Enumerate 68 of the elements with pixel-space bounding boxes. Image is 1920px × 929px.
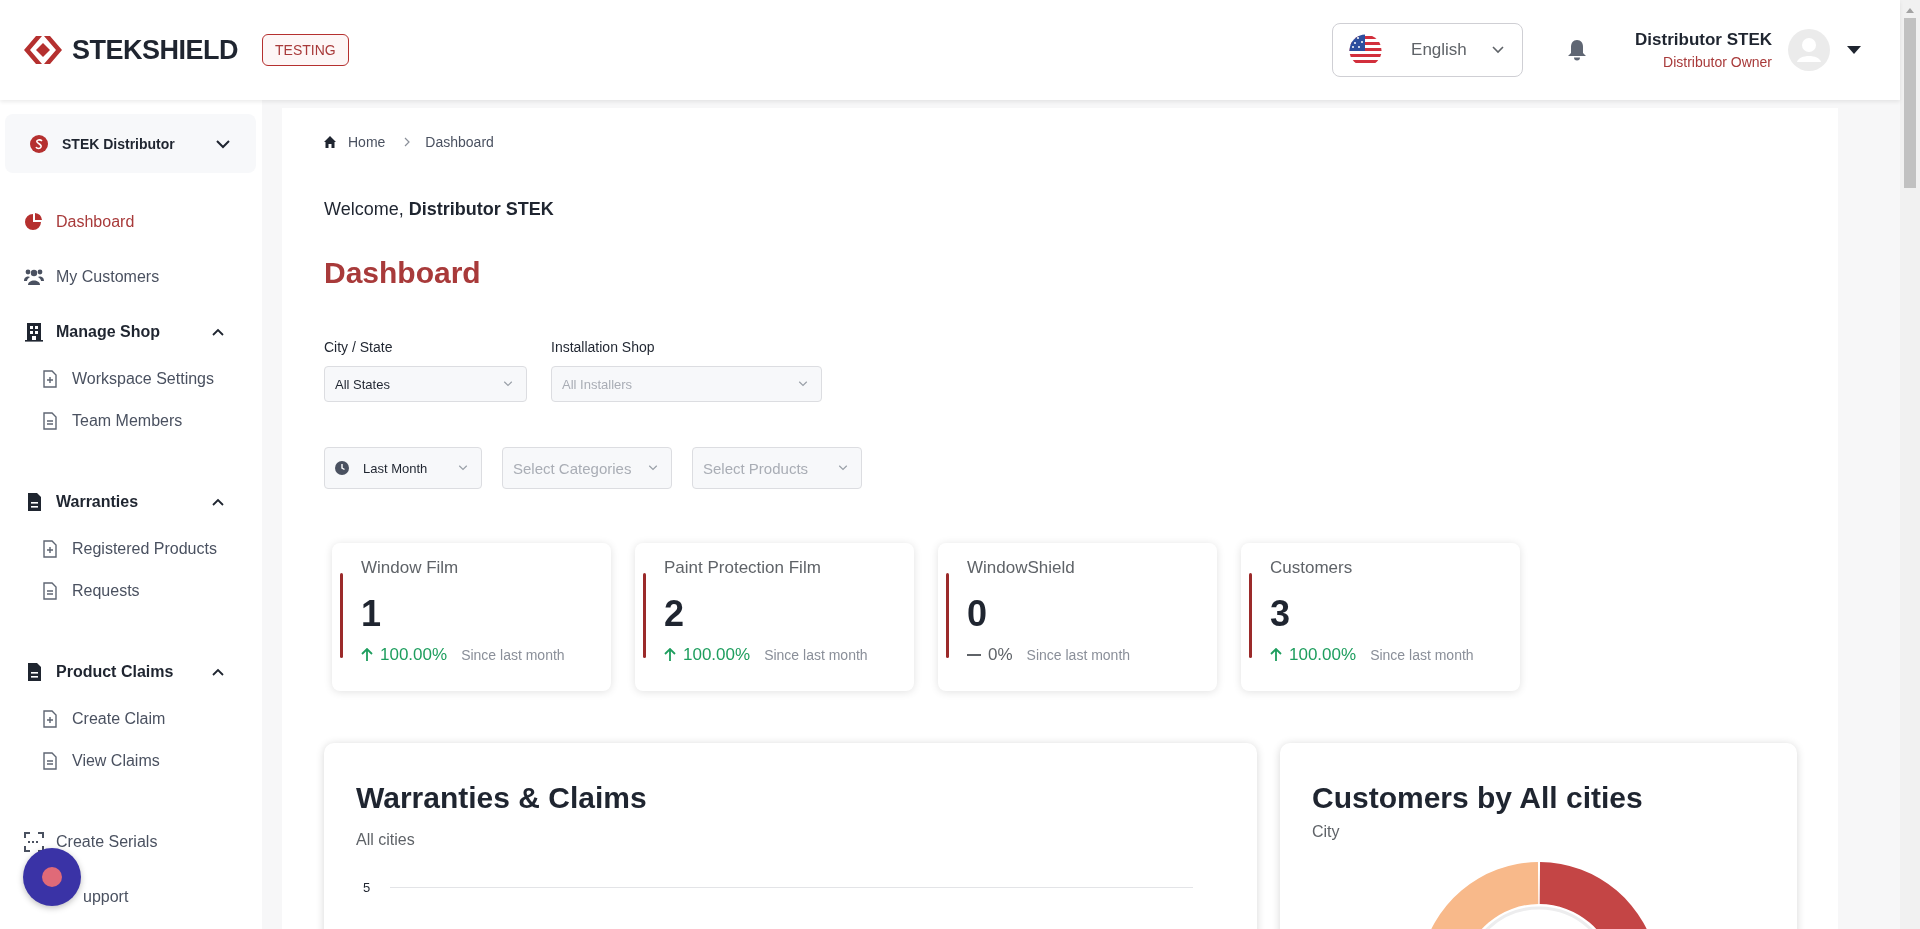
- stat-label: Paint Protection Film: [664, 557, 821, 579]
- scan-icon: [24, 832, 44, 852]
- sidebar-subitem[interactable]: Registered Products: [5, 532, 217, 566]
- caret-down-icon[interactable]: [1846, 45, 1862, 55]
- file-plus-icon: [42, 710, 58, 728]
- filter-label: City / State: [324, 338, 394, 356]
- file-plus-icon: [42, 370, 58, 388]
- stat-change: 100.00%: [683, 645, 751, 665]
- bell-icon[interactable]: [1567, 39, 1588, 61]
- building-icon: [24, 322, 44, 342]
- sidebar-group[interactable]: Product Claims: [5, 652, 262, 692]
- stat-note: Since last month: [1026, 647, 1131, 663]
- brand-name: STEKSHIELD: [72, 34, 239, 66]
- sidebar-item[interactable]: My Customers: [5, 257, 160, 297]
- scrollbar-thumb[interactable]: [1904, 18, 1916, 188]
- home-icon: [324, 136, 336, 148]
- sidebar-subitem[interactable]: Create Claim: [5, 702, 166, 736]
- pie-chart-icon: [24, 212, 44, 232]
- breadcrumb-current: Dashboard: [425, 134, 494, 150]
- file-lines-icon: [42, 412, 58, 430]
- stat-note: Since last month: [1370, 647, 1474, 663]
- stat-value: 2: [664, 593, 685, 635]
- organization-select[interactable]: STEK Distributor: [5, 114, 256, 173]
- language-select[interactable]: English: [1332, 23, 1524, 77]
- record-dot-icon: [42, 867, 62, 887]
- axis-tick-label: 5: [363, 880, 372, 895]
- users-icon: [24, 267, 44, 287]
- clock-icon: [335, 461, 349, 475]
- file-lines-icon: [42, 752, 58, 770]
- sidebar-group[interactable]: Manage Shop: [5, 312, 262, 352]
- sidebar-subitem[interactable]: Team Members: [5, 404, 183, 438]
- stat-change: 0%: [988, 645, 1013, 665]
- stat-change: 100.00%: [380, 645, 448, 665]
- filter-label: Installation Shop: [551, 338, 656, 356]
- chevron-right-icon: [403, 137, 412, 147]
- stat-note: Since last month: [461, 647, 565, 663]
- sidebar-item[interactable]: Create Serials: [5, 822, 158, 862]
- stat-label: Window Film: [361, 557, 459, 579]
- stat-value: 0: [967, 593, 988, 635]
- environment-badge: TESTING: [262, 34, 349, 66]
- sidebar-subitem[interactable]: View Claims: [5, 744, 160, 778]
- organization-logo-icon: [30, 134, 48, 153]
- welcome-text: Welcome, Distributor STEK: [324, 198, 554, 221]
- stat-label: Customers: [1270, 557, 1353, 579]
- stat-value: 1: [361, 593, 382, 635]
- sidebar-subitem[interactable]: Workspace Settings: [5, 362, 214, 396]
- stat-label: WindowShield: [967, 557, 1075, 579]
- user-name: Distributor STEK: [1635, 30, 1772, 50]
- chart-title: Customers by All cities: [1312, 780, 1643, 816]
- chart-title: Warranties & Claims: [356, 780, 647, 816]
- select-field[interactable]: Last Month: [324, 447, 482, 489]
- sidebar-group[interactable]: Warranties: [5, 482, 262, 522]
- page-title: Dashboard: [324, 255, 481, 291]
- logo-icon: [22, 34, 64, 66]
- stat-change: 100.00%: [1289, 645, 1357, 665]
- chart-subtitle: All cities: [356, 830, 415, 850]
- sidebar-item[interactable]: upport: [83, 877, 129, 917]
- breadcrumb-link[interactable]: Home: [348, 134, 386, 150]
- select-field[interactable]: All States: [324, 366, 527, 402]
- sidebar-subitem[interactable]: Requests: [5, 574, 140, 608]
- sidebar-item[interactable]: Dashboard: [5, 202, 135, 242]
- scroll-up-arrow-icon: [1905, 6, 1915, 14]
- stat-value: 3: [1270, 593, 1291, 635]
- file-lines-icon: [42, 582, 58, 600]
- stat-note: Since last month: [764, 647, 868, 663]
- file-plus-icon: [42, 540, 58, 558]
- chart-subtitle: City: [1312, 822, 1340, 842]
- user-role: Distributor Owner: [1663, 54, 1772, 70]
